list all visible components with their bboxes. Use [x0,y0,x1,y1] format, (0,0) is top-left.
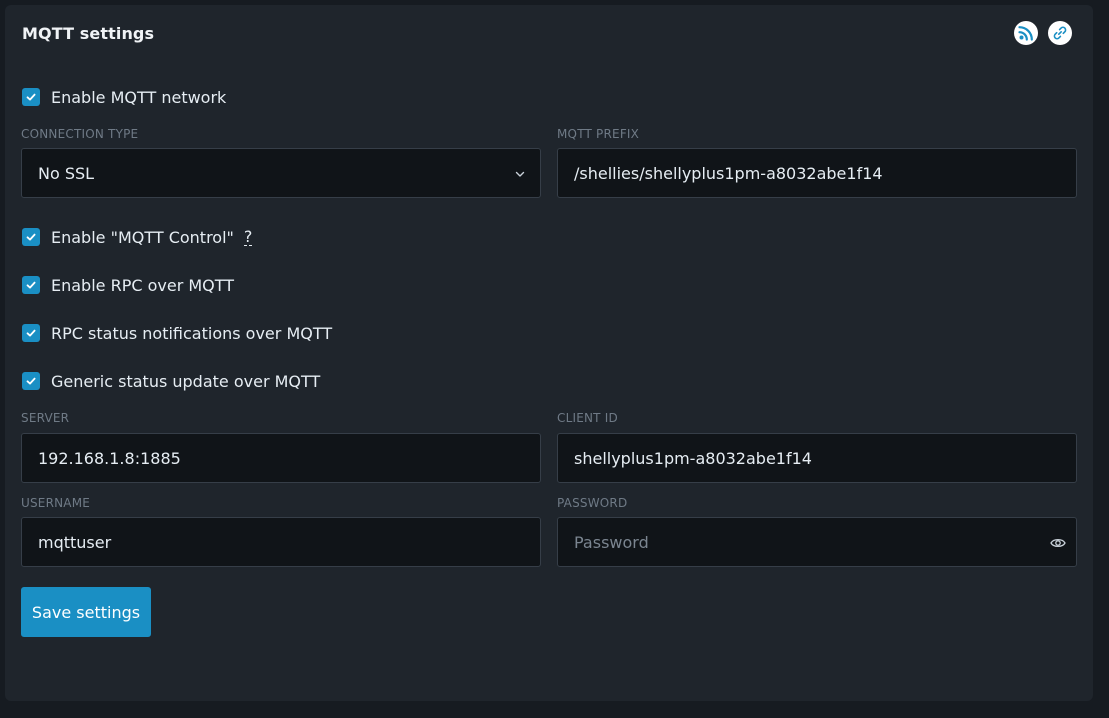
enable-mqtt-checkbox[interactable] [22,88,40,106]
checkmark-icon [26,281,36,289]
chevron-down-icon [515,171,525,177]
password-label: PASSWORD [557,496,628,510]
mqtt-prefix-field [557,148,1077,198]
username-label: USERNAME [21,496,91,510]
mqtt-control-help-tooltip[interactable]: ? [243,228,253,246]
link-icon[interactable] [1048,21,1072,45]
client-id-label: CLIENT ID [557,411,618,425]
rpc-over-mqtt-checkbox-row[interactable]: Enable RPC over MQTT [22,275,234,295]
rpc-over-mqtt-label: Enable RPC over MQTT [51,275,235,295]
checkmark-icon [26,329,36,337]
connection-type-label: CONNECTION TYPE [21,127,139,141]
header-actions [1014,21,1072,45]
username-field [21,517,541,567]
generic-status-label: Generic status update over MQTT [51,371,321,391]
rpc-status-checkbox-row[interactable]: RPC status notifications over MQTT [22,323,332,343]
rpc-status-checkbox[interactable] [22,324,40,342]
mqtt-control-label: Enable "MQTT Control" [51,227,234,247]
password-input[interactable] [574,532,1060,552]
show-password-eye-icon[interactable] [1050,536,1066,550]
server-label: SERVER [21,411,70,425]
client-id-field [557,433,1077,483]
rpc-over-mqtt-checkbox[interactable] [22,276,40,294]
mqtt-control-checkbox-row[interactable]: Enable "MQTT Control" ? [22,227,253,247]
panel-title: MQTT settings [22,24,155,43]
checkmark-icon [26,233,36,241]
mqtt-settings-panel: MQTT settings Enable MQTT network CONNEC… [5,5,1093,701]
checkmark-icon [26,377,36,385]
rpc-status-label: RPC status notifications over MQTT [51,323,333,343]
password-field [557,517,1077,567]
mqtt-prefix-label: MQTT PREFIX [557,127,640,141]
mqtt-prefix-input[interactable] [574,163,1060,183]
server-field [21,433,541,483]
generic-status-checkbox[interactable] [22,372,40,390]
server-input[interactable] [38,448,524,468]
connection-type-select[interactable]: No SSL [21,148,541,198]
connection-type-value: No SSL [38,163,95,183]
generic-status-checkbox-row[interactable]: Generic status update over MQTT [22,371,320,391]
enable-mqtt-checkbox-row[interactable]: Enable MQTT network [22,87,226,107]
username-input[interactable] [38,532,524,552]
mqtt-control-checkbox[interactable] [22,228,40,246]
save-settings-button[interactable]: Save settings [21,587,151,637]
enable-mqtt-label: Enable MQTT network [51,87,227,107]
client-id-input[interactable] [574,448,1060,468]
checkmark-icon [26,93,36,101]
rss-icon[interactable] [1014,21,1038,45]
